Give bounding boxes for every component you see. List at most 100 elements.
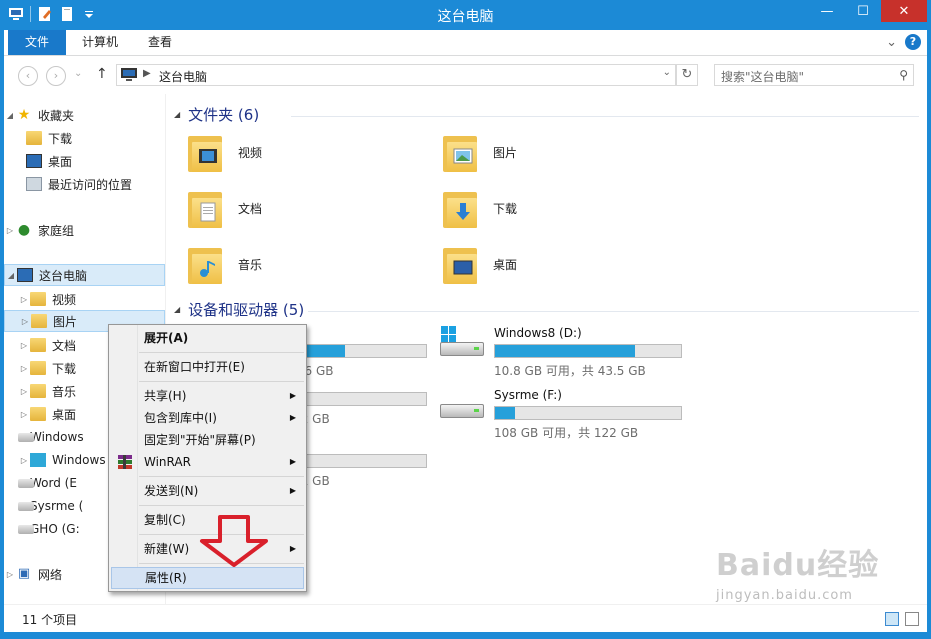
sidebar-item-recent-places[interactable]: 最近访问的位置 [4, 173, 165, 195]
menu-item-pin-to-start[interactable]: 固定到"开始"屏幕(P) [111, 429, 304, 451]
recent-locations-dropdown[interactable]: ⌄ [74, 68, 82, 79]
back-button[interactable]: ‹ [18, 66, 38, 86]
desktop-folder-icon [443, 244, 477, 284]
drive-icon [18, 478, 34, 488]
folder-label: 图片 [493, 145, 518, 160]
submenu-arrow-icon: ▶ [289, 391, 296, 400]
sidebar-item-label: 文档 [52, 338, 77, 353]
address-bar[interactable]: ▶ 这台电脑 ⌄ [116, 64, 676, 86]
submenu-arrow-icon: ▶ [289, 544, 296, 553]
expand-arrow-icon[interactable]: ▷ [19, 317, 31, 326]
drive-usage-bar [494, 406, 682, 420]
sidebar-item-favorites[interactable]: ◢ ★ 收藏夹 [4, 104, 165, 126]
expand-arrow-icon[interactable]: ▷ [4, 570, 16, 579]
collapse-arrow-icon[interactable]: ◢ [174, 110, 180, 119]
tab-file[interactable]: 文件 [8, 30, 66, 55]
ribbon: 文件 计算机 查看 ⌄ ? [4, 30, 927, 56]
expand-arrow-icon[interactable]: ▷ [18, 410, 30, 419]
menu-item-include-in-library[interactable]: 包含到库中(I) ▶ [111, 407, 304, 429]
drive-name: Sysrme (F:) [494, 388, 562, 402]
folder-label: 音乐 [238, 257, 263, 272]
annotation-down-arrow-icon [200, 515, 268, 567]
folder-tile-desktop[interactable]: 桌面 [443, 244, 517, 284]
folder-label: 视频 [238, 145, 263, 160]
watermark-brand: Baidu经验 [716, 548, 880, 583]
expand-arrow-icon[interactable]: ▷ [18, 295, 30, 304]
sidebar-item-label: 图片 [53, 314, 78, 329]
search-placeholder: 搜索"这台电脑" [721, 70, 805, 84]
sidebar-item-label: Windows [52, 453, 106, 467]
maximize-button[interactable]: ☐ [845, 0, 881, 22]
title-bar: 这台电脑 — ☐ ✕ [0, 0, 931, 30]
folder-label: 文档 [238, 201, 263, 216]
tab-view[interactable]: 查看 [134, 30, 186, 55]
group-header-folders[interactable]: ◢ 文件夹 (6) [174, 104, 259, 125]
tab-computer[interactable]: 计算机 [68, 30, 132, 55]
sidebar-item-label: 桌面 [48, 154, 73, 169]
folder-tile-videos[interactable]: 视频 [188, 132, 262, 172]
collapse-arrow-icon[interactable]: ◢ [5, 271, 17, 280]
menu-separator [139, 381, 304, 382]
menu-separator [139, 352, 304, 353]
close-button[interactable]: ✕ [881, 0, 927, 22]
details-view-icon[interactable] [885, 612, 899, 626]
menu-item-expand[interactable]: 展开(A) [111, 327, 304, 349]
navigation-bar: ‹ › ⌄ ↑ ▶ 这台电脑 ⌄ ↻ 搜索"这台电脑" ⚲ [4, 56, 927, 94]
drive-tile-d[interactable]: Windows8 (D:) 10.8 GB 可用，共 43.5 GB [438, 326, 682, 379]
sidebar-item-label: Word (E [30, 476, 77, 490]
sidebar-item-videos[interactable]: ▷ 视频 [4, 288, 165, 310]
minimize-button[interactable]: — [809, 0, 845, 22]
group-title: 设备和驱动器 (5) [188, 301, 305, 319]
sidebar-item-label: 下载 [48, 131, 73, 146]
menu-item-winrar[interactable]: WinRAR ▶ [111, 451, 304, 473]
breadcrumb-separator-icon[interactable]: ▶ [143, 68, 151, 79]
sidebar-item-downloads[interactable]: 下载 [4, 127, 165, 149]
collapse-arrow-icon[interactable]: ◢ [4, 111, 16, 120]
folder-label: 桌面 [493, 257, 518, 272]
winrar-icon [118, 455, 132, 469]
large-icons-view-icon[interactable] [905, 612, 919, 626]
pictures-folder-icon [31, 314, 47, 328]
menu-item-send-to[interactable]: 发送到(N) ▶ [111, 480, 304, 502]
expand-arrow-icon[interactable]: ▷ [18, 387, 30, 396]
group-header-drives[interactable]: ◢ 设备和驱动器 (5) [174, 299, 304, 320]
address-path[interactable]: 这台电脑 [159, 68, 207, 85]
expand-ribbon-icon[interactable]: ⌄ [886, 35, 897, 50]
menu-item-label: 展开(A) [144, 331, 189, 345]
expand-arrow-icon[interactable]: ▷ [18, 456, 30, 465]
expand-arrow-icon[interactable]: ▷ [18, 341, 30, 350]
help-icon[interactable]: ? [905, 34, 921, 50]
refresh-button[interactable]: ↻ [676, 64, 698, 86]
menu-item-label: 包含到库中(I) [144, 411, 217, 425]
folder-tile-documents[interactable]: 文档 [188, 188, 262, 228]
menu-item-open-new-window[interactable]: 在新窗口中打开(E) [111, 356, 304, 378]
folder-tile-pictures[interactable]: 图片 [443, 132, 517, 172]
sidebar-item-label: Windows [30, 430, 84, 444]
sidebar-item-label: 最近访问的位置 [48, 177, 133, 192]
search-icon[interactable]: ⚲ [899, 68, 908, 82]
folder-tile-music[interactable]: 音乐 [188, 244, 262, 284]
group-title: 文件夹 (6) [188, 106, 260, 124]
sidebar-item-desktop[interactable]: 桌面 [4, 150, 165, 172]
menu-item-properties[interactable]: 属性(R) [111, 567, 304, 589]
address-dropdown-icon[interactable]: ⌄ [663, 67, 671, 78]
collapse-arrow-icon[interactable]: ◢ [174, 305, 180, 314]
videos-folder-icon [30, 292, 46, 306]
folder-tile-downloads[interactable]: 下载 [443, 188, 517, 228]
menu-item-label: 复制(C) [144, 513, 186, 527]
search-input[interactable]: 搜索"这台电脑" ⚲ [714, 64, 914, 86]
expand-arrow-icon[interactable]: ▷ [18, 364, 30, 373]
videos-folder-icon [188, 132, 222, 172]
menu-item-label: 新建(W) [144, 542, 190, 556]
menu-item-share[interactable]: 共享(H) ▶ [111, 385, 304, 407]
documents-folder-icon [188, 188, 222, 228]
sidebar-item-this-pc[interactable]: ◢ 这台电脑 [4, 264, 165, 286]
sidebar-item-homegroup[interactable]: ▷ ● 家庭组 [4, 219, 165, 241]
drive-tile-f[interactable]: Sysrme (F:) 108 GB 可用，共 122 GB [438, 388, 682, 441]
submenu-arrow-icon: ▶ [289, 413, 296, 422]
sidebar-item-label: 下载 [52, 361, 77, 376]
expand-arrow-icon[interactable]: ▷ [4, 226, 16, 235]
desktop-icon [26, 154, 42, 168]
forward-button[interactable]: › [46, 66, 66, 86]
up-button[interactable]: ↑ [96, 66, 108, 82]
